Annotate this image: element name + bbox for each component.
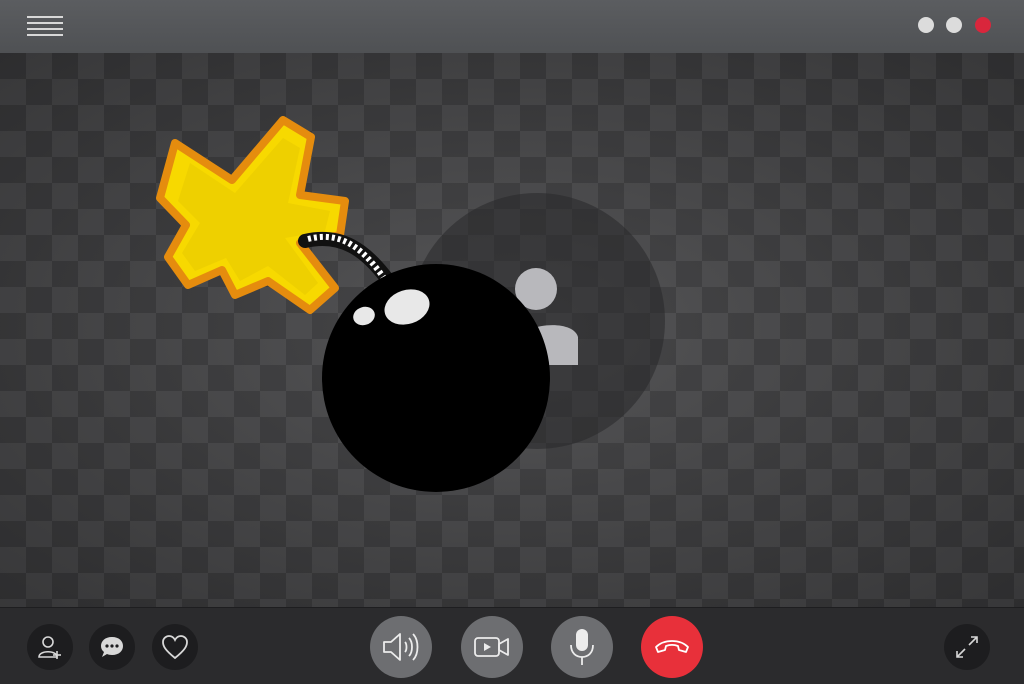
hamburger-icon [27,16,63,36]
speaker-button[interactable] [370,616,432,678]
chat-bubble-icon [101,637,123,657]
video-button[interactable] [461,616,523,678]
menu-button[interactable] [24,12,66,40]
video-stage [0,53,1024,607]
expand-icon [956,636,978,658]
video-call-window [0,0,1024,684]
heart-icon [162,635,188,660]
bomb-icon [156,116,550,492]
maximize-button[interactable] [946,17,962,33]
title-bar [0,0,1024,54]
minimize-button[interactable] [918,17,934,33]
microphone-button[interactable] [551,616,613,678]
hang-up-icon [655,640,689,653]
stage-artwork [156,116,578,492]
favorite-button[interactable] [152,624,198,670]
close-button[interactable] [975,17,991,33]
end-call-button[interactable] [641,616,703,678]
fullscreen-button[interactable] [944,624,990,670]
call-toolbar [0,607,1024,684]
speaker-icon [383,633,419,661]
video-camera-icon [474,637,509,657]
microphone-icon [570,629,594,665]
add-contact-button[interactable] [27,624,73,670]
chat-button[interactable] [89,624,135,670]
add-user-icon [38,636,61,659]
